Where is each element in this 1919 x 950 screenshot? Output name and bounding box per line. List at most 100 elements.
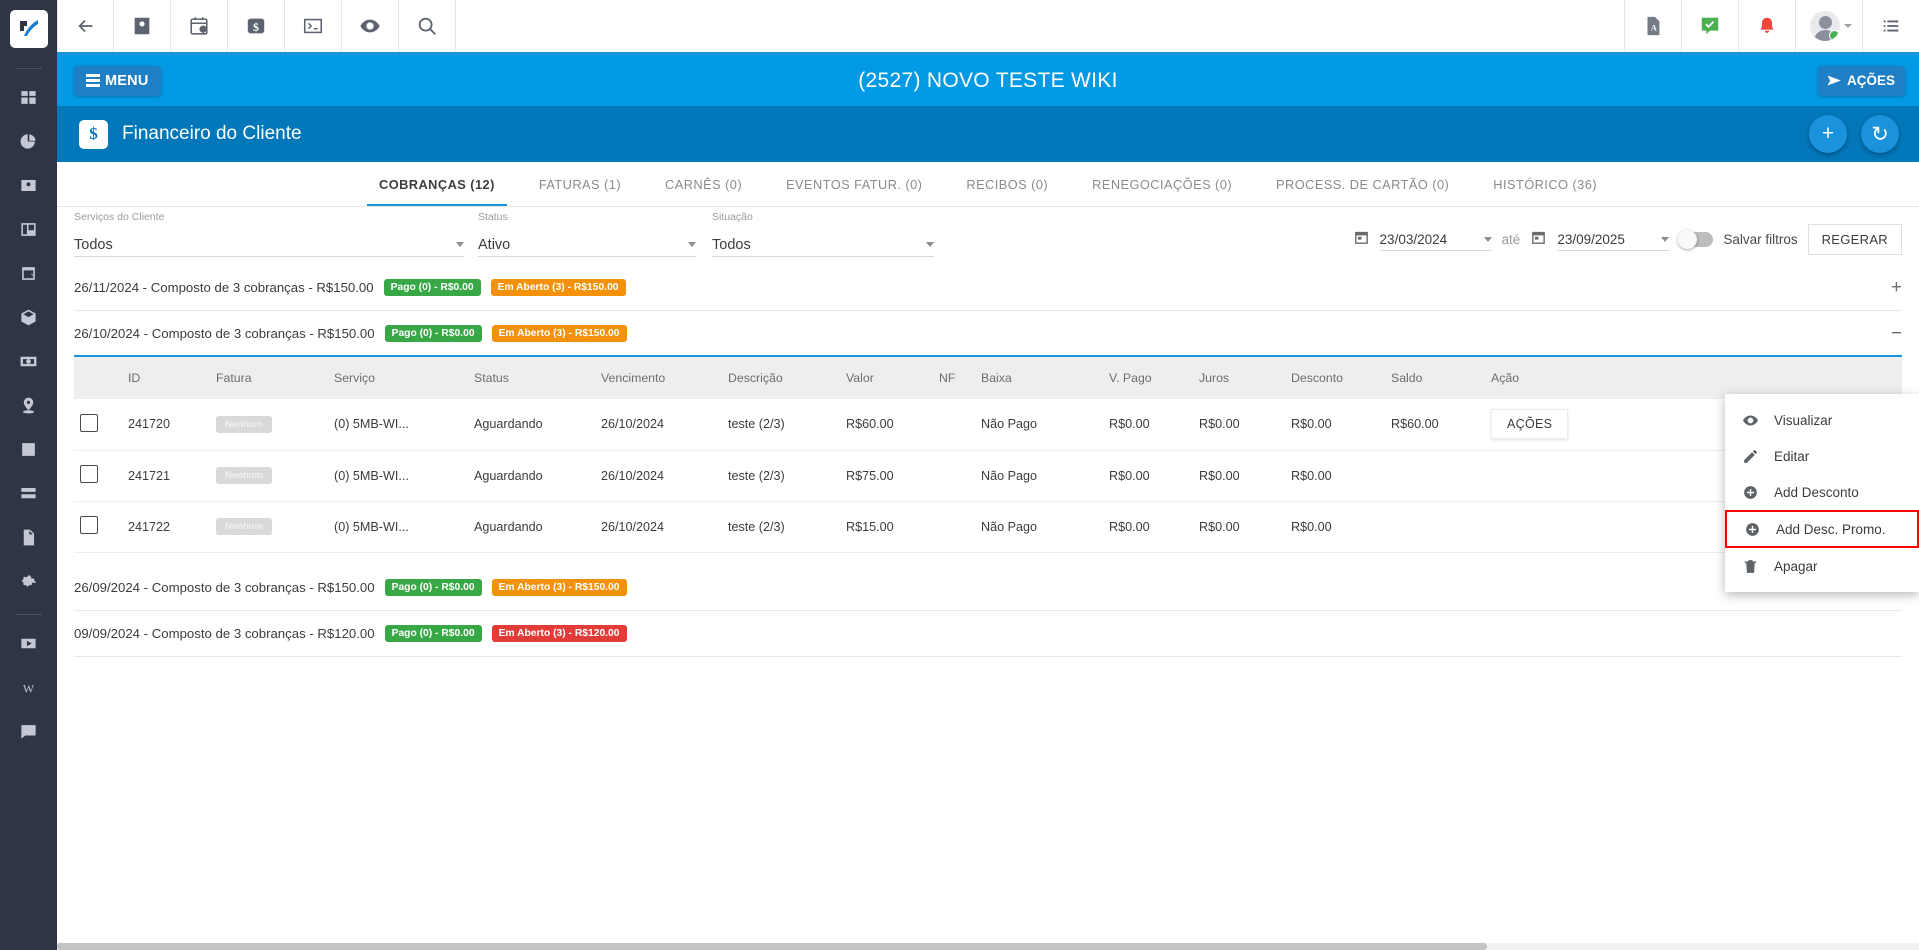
sidebar-item-videos[interactable]	[0, 621, 57, 665]
row-checkbox[interactable]	[80, 516, 98, 534]
sidebar-item-schedule[interactable]	[0, 251, 57, 295]
charge-group-row[interactable]: 26/10/2024 - Composto de 3 cobranças - R…	[74, 311, 1902, 357]
tab-carnes[interactable]: CARNÊS (0)	[643, 162, 764, 206]
menu-item-editar[interactable]: Editar	[1725, 438, 1919, 474]
tab-eventos-fatur[interactable]: EVENTOS FATUR. (0)	[764, 162, 944, 206]
tab-cobrancas[interactable]: COBRANÇAS (12)	[357, 162, 517, 206]
tab-recibos[interactable]: RECIBOS (0)	[944, 162, 1070, 206]
cell-baixa: Não Pago	[975, 399, 1103, 451]
header-actions-button[interactable]: AÇÕES	[1817, 65, 1905, 96]
calendar-icon-from[interactable]	[1353, 229, 1370, 251]
col-select	[74, 357, 122, 399]
table-header-row: ID Fatura Serviço Status Vencimento Desc…	[74, 357, 1902, 399]
sidebar-item-kanban[interactable]	[0, 207, 57, 251]
expand-toggle[interactable]: +	[1891, 278, 1902, 297]
cell-vpago: R$0.00	[1103, 399, 1193, 451]
online-status-dot	[1829, 30, 1840, 41]
filter-servicos-do-cliente[interactable]: Serviços do Cliente Todos	[74, 211, 464, 265]
row-actions-button[interactable]: AÇÕES	[1491, 409, 1569, 440]
save-filters-toggle[interactable]	[1678, 230, 1714, 249]
cell-status: Aguardando	[468, 450, 595, 502]
tab-faturas[interactable]: FATURAS (1)	[517, 162, 643, 206]
chevron-down-icon	[1661, 236, 1670, 242]
preview-button[interactable]	[342, 0, 399, 52]
back-button[interactable]	[57, 0, 114, 52]
task-check-icon	[1701, 17, 1719, 35]
schedule-button[interactable]	[171, 0, 228, 52]
row-checkbox[interactable]	[80, 413, 98, 432]
sidebar-item-map[interactable]	[0, 383, 57, 427]
sidebar-item-settings[interactable]	[0, 559, 57, 603]
row-select-cell	[74, 501, 122, 553]
tab-historico[interactable]: HISTÓRICO (36)	[1471, 162, 1619, 206]
col-nf: NF	[933, 357, 975, 399]
refresh-button[interactable]: ↻	[1861, 115, 1899, 153]
calendar-icon-to[interactable]	[1530, 229, 1547, 251]
sidebar-item-reports[interactable]	[0, 119, 57, 163]
client-context-bar: MENU (2527) NOVO TESTE WIKI AÇÕES	[57, 55, 1919, 106]
menu-item-add-desc-promo[interactable]: Add Desc. Promo.	[1725, 510, 1919, 548]
filter-situacao[interactable]: Situação Todos	[712, 211, 934, 265]
contacts-button[interactable]	[114, 0, 171, 52]
tab-renegociacoes[interactable]: RENEGOCIAÇÕES (0)	[1070, 162, 1254, 206]
sidebar-item-documents[interactable]	[0, 515, 57, 559]
filter-servicos-value: Todos	[74, 236, 113, 253]
menu-button[interactable]: MENU	[74, 65, 161, 96]
sidebar-item-clients[interactable]	[0, 163, 57, 207]
terminal-button[interactable]	[285, 0, 342, 52]
tab-bar: COBRANÇAS (12) FATURAS (1) CARNÊS (0) EV…	[57, 162, 1919, 207]
notifications-button[interactable]	[1738, 0, 1795, 52]
filter-servicos-label: Serviços do Cliente	[74, 211, 165, 223]
menu-item-visualizar[interactable]: Visualizar	[1725, 402, 1919, 438]
sidebar-item-dashboard[interactable]	[0, 75, 57, 119]
sidebar-item-list[interactable]	[0, 427, 57, 471]
contact-card-icon	[21, 179, 36, 191]
cell-servico: (0) 5MB-WI...	[328, 450, 468, 502]
add-button[interactable]: +	[1809, 115, 1847, 153]
search-button[interactable]	[399, 0, 456, 52]
charge-group-row[interactable]: 26/11/2024 - Composto de 3 cobranças - R…	[74, 265, 1902, 311]
table-row[interactable]: 241721 Nenhum (0) 5MB-WI... Aguardando 2…	[74, 450, 1902, 502]
date-from-input[interactable]: 23/03/2024	[1379, 228, 1492, 251]
user-avatar-menu[interactable]	[1795, 0, 1862, 52]
charge-group-row[interactable]: 26/09/2024 - Composto de 3 cobranças - R…	[74, 565, 1902, 611]
pdf-export-button[interactable]: A	[1624, 0, 1681, 52]
filter-status[interactable]: Status Ativo	[478, 211, 696, 265]
row-checkbox[interactable]	[80, 465, 98, 483]
dashboard-icon	[21, 90, 36, 104]
chevron-down-icon	[926, 242, 934, 247]
financial-button[interactable]: $	[228, 0, 285, 52]
cell-valor: R$60.00	[840, 399, 933, 451]
menu-item-add-desconto[interactable]: Add Desconto	[1725, 474, 1919, 510]
chevron-down-icon	[1483, 236, 1492, 242]
plus-circle-icon	[1746, 522, 1759, 536]
eye-icon	[360, 19, 380, 33]
sidebar-item-financial[interactable]	[0, 339, 57, 383]
scrollbar-thumb[interactable]	[57, 943, 1487, 950]
date-separator-label: até	[1501, 232, 1521, 247]
app-menu-button[interactable]	[1862, 0, 1919, 52]
table-row[interactable]: 241722 Nenhum (0) 5MB-WI... Aguardando 2…	[74, 501, 1902, 553]
tasks-button[interactable]	[1681, 0, 1738, 52]
col-desconto: Desconto	[1285, 357, 1385, 399]
tab-process-cartao[interactable]: PROCESS. DE CARTÃO (0)	[1254, 162, 1471, 206]
sidebar-item-chat[interactable]	[0, 709, 57, 753]
cell-status: Aguardando	[468, 501, 595, 553]
collapse-toggle[interactable]: −	[1891, 324, 1902, 343]
sidebar-item-stock[interactable]	[0, 295, 57, 339]
app-logo[interactable]	[0, 0, 57, 57]
sidebar-item-network[interactable]	[0, 471, 57, 515]
svg-text:A: A	[1651, 24, 1657, 33]
sidebar-item-wiki[interactable]: W	[0, 665, 57, 709]
cell-saldo	[1385, 450, 1485, 502]
horizontal-scrollbar[interactable]	[57, 943, 1919, 950]
table-row[interactable]: 241720 Nenhum (0) 5MB-WI... Aguardando 2…	[74, 399, 1902, 451]
calendar-clock-icon	[22, 266, 35, 280]
charge-group-row[interactable]: 09/09/2024 - Composto de 3 cobranças - R…	[74, 611, 1902, 657]
left-sidebar-rail: W	[0, 0, 57, 950]
cell-desconto: R$0.00	[1285, 501, 1385, 553]
date-to-input[interactable]: 23/09/2025	[1557, 228, 1670, 251]
menu-item-apagar[interactable]: Apagar	[1725, 548, 1919, 584]
dollar-icon: $	[79, 119, 108, 149]
regerar-button[interactable]: REGERAR	[1807, 224, 1902, 255]
